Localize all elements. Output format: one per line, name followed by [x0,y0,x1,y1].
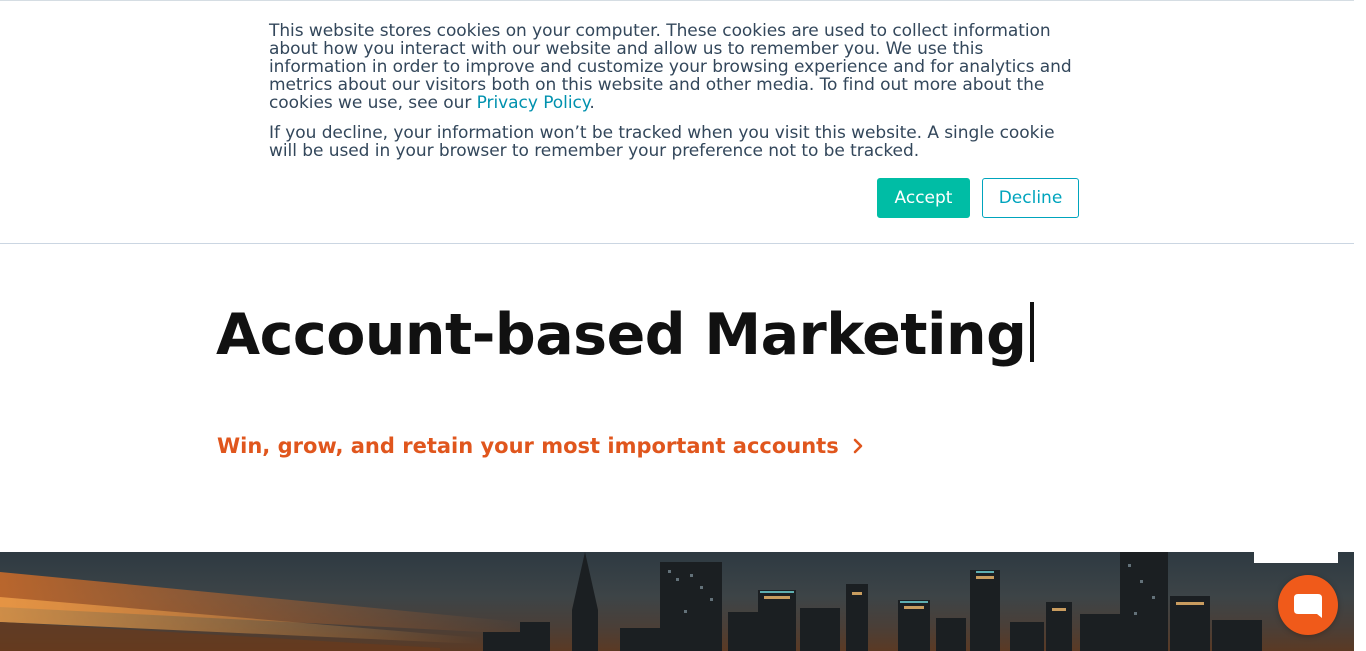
hero-cta-label: Win, grow, and retain your most importan… [217,434,839,458]
cookie-paragraph-1-text: This website stores cookies on your comp… [269,21,1072,113]
page: This website stores cookies on your comp… [0,0,1366,651]
city-skyline-image [0,552,1354,651]
hero-cta-link[interactable]: Win, grow, and retain your most importan… [217,430,865,462]
chevron-right-icon [853,438,865,454]
cookie-paragraph-1: This website stores cookies on your comp… [269,22,1081,112]
decline-button[interactable]: Decline [982,178,1079,218]
chat-launcher-button[interactable] [1278,575,1338,635]
cookie-paragraph-2: If you decline, your information won’t b… [269,123,1055,161]
cookie-paragraph-1-end: . [589,93,595,113]
hero-title: Account-based Marketing [216,298,1035,372]
cookie-banner: This website stores cookies on your comp… [0,0,1354,244]
privacy-policy-link[interactable]: Privacy Policy [477,93,590,113]
accept-button[interactable]: Accept [877,178,970,218]
typing-caret [1030,302,1035,362]
skyline-graphic [0,552,1262,651]
cookie-text: This website stores cookies on your comp… [269,22,1081,172]
image-corner-tab [1254,552,1338,563]
hero-title-text: Account-based Marketing [216,302,1027,368]
chat-bubble-icon [1294,594,1322,618]
